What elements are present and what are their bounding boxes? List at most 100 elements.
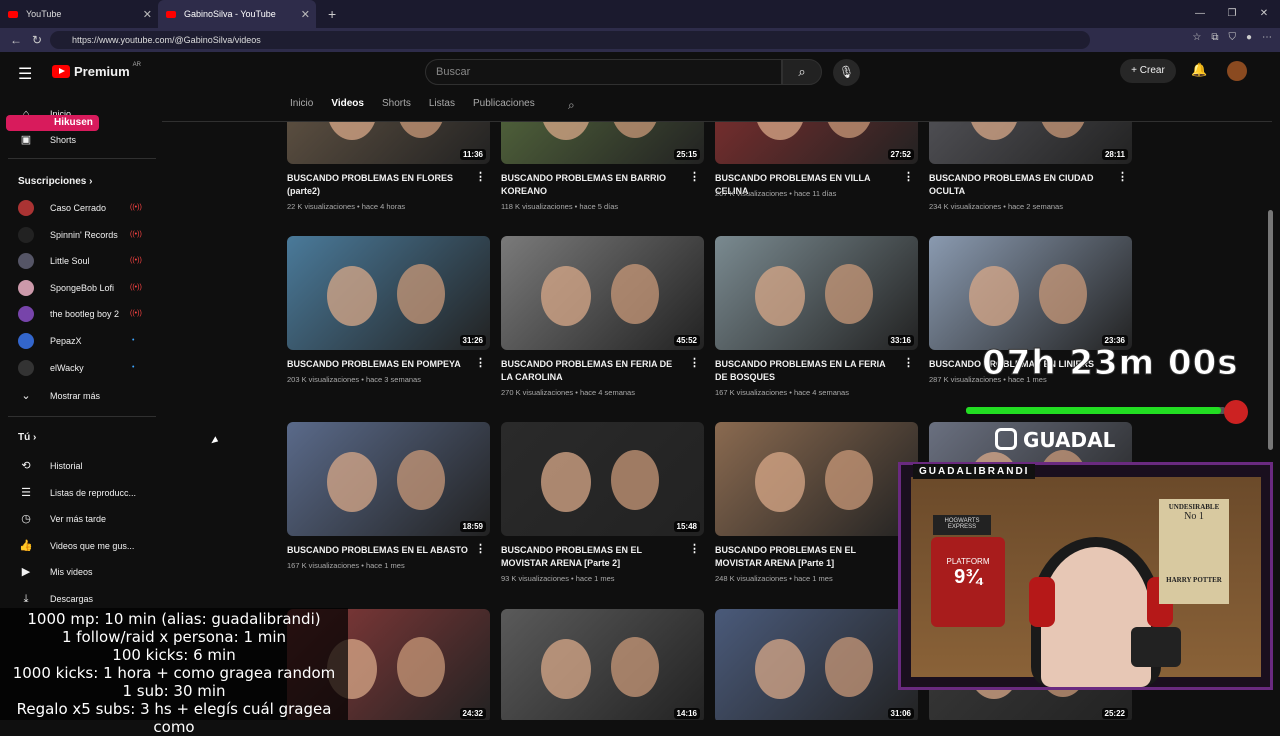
video-thumbnail[interactable]: 27 <box>715 422 918 536</box>
platform-sign: PLATFORM 9¾ <box>931 537 1005 627</box>
video-title[interactable]: BUSCANDO PROBLEMAS EN BARRIO KOREANO <box>501 172 686 198</box>
browser-tab[interactable]: YouTube ✕ <box>0 0 158 28</box>
sidebar-item-subscription[interactable]: PepazX <box>18 333 82 349</box>
create-button[interactable]: + Crear <box>1120 59 1176 83</box>
thumbnail-face <box>611 450 659 510</box>
close-icon[interactable]: ✕ <box>143 8 152 21</box>
tab-shorts[interactable]: Shorts <box>382 98 411 109</box>
favorite-icon[interactable]: ☆ <box>1192 32 1201 43</box>
menu-icon[interactable]: ⋯ <box>1262 32 1272 43</box>
extensions-icon[interactable]: ⧉ <box>1211 32 1218 43</box>
poster-line: UNDESIRABLE <box>1168 503 1220 511</box>
video-thumbnail[interactable]: 27:52 <box>715 122 918 164</box>
notifications-bell-icon[interactable]: 🔔 <box>1191 62 1207 78</box>
video-thumbnail[interactable]: 45:52 <box>501 236 704 350</box>
url-field[interactable]: https://www.youtube.com/@GabinoSilva/vid… <box>50 31 1090 49</box>
sidebar-item-you[interactable]: ⟲ Historial <box>18 458 83 474</box>
more-options-icon[interactable]: ⋮ <box>689 542 700 555</box>
microphone-icon[interactable]: 🎙 <box>833 59 860 86</box>
video-title[interactable]: BUSCANDO PROBLEMAS EN POMPEYA <box>287 358 472 371</box>
thumbnail-face <box>755 122 805 140</box>
menu-hamburger-icon[interactable]: ☰ <box>18 64 32 84</box>
sidebar-item-subscription[interactable]: Spinnin' Records <box>18 226 118 243</box>
sidebar-item-subscription[interactable]: the bootleg boy 2 <box>18 306 119 323</box>
video-title[interactable]: BUSCANDO PROBLEMAS EN EL MOVISTAR ARENA … <box>501 544 686 570</box>
reload-icon[interactable]: ↻ <box>32 33 42 47</box>
more-options-icon[interactable]: ⋮ <box>475 170 486 183</box>
sidebar-item-shorts[interactable]: ▣ Shorts <box>18 132 76 148</box>
subscriptions-heading[interactable]: Suscripciones › <box>18 176 92 187</box>
thumbnail-face <box>397 264 445 324</box>
more-options-icon[interactable]: ⋮ <box>1117 170 1128 183</box>
channel-search-icon[interactable]: ⌕ <box>568 98 575 113</box>
view-count: 93 K visualizaciones <box>501 574 569 583</box>
video-thumbnail[interactable]: 25:15 <box>501 122 704 164</box>
video-title[interactable]: BUSCANDO PROBLEMAS EN EL MOVISTAR ARENA … <box>715 544 900 570</box>
video-thumbnail[interactable]: 23:36 <box>929 236 1132 350</box>
sidebar-item-subscription[interactable]: elWacky <box>18 359 84 376</box>
more-options-icon[interactable]: ⋮ <box>475 356 486 369</box>
search-button[interactable]: ⌕ <box>782 59 822 85</box>
sidebar-item-you[interactable]: ◷ Ver más tarde <box>18 511 106 527</box>
more-options-icon[interactable]: ⋮ <box>903 356 914 369</box>
video-title[interactable]: BUSCANDO PROBLEMAS EN FLORES (parte2) <box>287 172 472 198</box>
video-thumbnail[interactable]: 15:48 <box>501 422 704 536</box>
close-icon[interactable]: ✕ <box>301 8 310 21</box>
sidebar-item-label: Descargas <box>50 594 94 604</box>
youtube-logo[interactable]: Premium AR <box>52 61 141 79</box>
more-options-icon[interactable]: ⋮ <box>689 356 700 369</box>
new-tab-icon[interactable]: + <box>328 6 336 22</box>
minimize-icon[interactable]: — <box>1184 0 1216 28</box>
shield-icon[interactable]: ⛉ <box>1228 32 1236 43</box>
more-options-icon[interactable]: ⋮ <box>689 170 700 183</box>
tab-publicaciones[interactable]: Publicaciones <box>473 98 535 109</box>
sidebar-item-you[interactable]: ⤓ Descargas <box>18 591 93 607</box>
sidebar-item-label: Videos que me gus... <box>50 540 135 551</box>
view-count: 270 K visualizaciones <box>501 388 574 397</box>
you-heading[interactable]: Tú › <box>18 432 36 443</box>
browser-tab-active[interactable]: GabinoSilva - YouTube ✕ <box>158 0 316 28</box>
video-title[interactable]: BUSCANDO PROBLEMAS EN EL ABASTO <box>287 544 472 557</box>
video-thumbnail[interactable]: 28:11 <box>929 122 1132 164</box>
scrollbar[interactable] <box>1268 210 1273 450</box>
video-age: hace 1 mes <box>793 574 833 583</box>
sidebar-item-subscription[interactable]: Caso Cerrado <box>18 200 106 216</box>
more-options-icon[interactable]: ⋮ <box>903 170 914 183</box>
video-meta: 167 K visualizaciones • hace 4 semanas <box>715 388 849 397</box>
channel-avatar <box>18 200 34 216</box>
video-title[interactable]: BUSCANDO PROBLEMAS EN LA FERIA DE BOSQUE… <box>715 358 900 384</box>
video-age: hace 4 horas <box>361 202 406 211</box>
tab-listas[interactable]: Listas <box>429 98 455 109</box>
video-title[interactable]: BUSCANDO PROBLEMAS EN CIUDAD OCULTA <box>929 172 1114 198</box>
thumbnail-face <box>327 122 377 140</box>
sidebar-item-you[interactable]: ▶ Mis videos <box>18 564 93 580</box>
video-title[interactable]: BUSCANDO PROBLEMAS EN FERIA DE LA CAROLI… <box>501 358 686 384</box>
live-indicator-icon: ((•)) <box>130 310 142 318</box>
sidebar-item-label: Historial <box>50 461 83 471</box>
sidebar-item-you[interactable]: ☰ Listas de reproducc... <box>18 485 136 501</box>
poster-line: No 1 <box>1184 511 1204 522</box>
sidebar-item-subscription[interactable]: Little Soul <box>18 253 90 270</box>
region-code: AR <box>132 61 141 68</box>
maximize-icon[interactable]: ❐ <box>1216 0 1248 28</box>
video-thumbnail[interactable]: 11:36 <box>287 122 490 164</box>
profile-icon[interactable]: ● <box>1246 32 1252 43</box>
tab-inicio[interactable]: Inicio <box>290 98 313 109</box>
video-thumbnail[interactable]: 31:06 <box>715 609 918 720</box>
thumbnail-face <box>541 639 591 699</box>
sidebar-item-you[interactable]: 👍 Videos que me gus... <box>18 538 134 554</box>
back-icon[interactable]: ← <box>10 33 22 47</box>
close-window-icon[interactable]: ✕ <box>1248 0 1280 28</box>
show-more-button[interactable]: ⌄ Mostrar más <box>18 388 100 404</box>
search-input[interactable]: Buscar <box>425 59 782 85</box>
more-options-icon[interactable]: ⋮ <box>475 542 486 555</box>
video-thumbnail[interactable]: 14:16 <box>501 609 704 720</box>
video-thumbnail[interactable]: 18:59 <box>287 422 490 536</box>
avatar[interactable] <box>1227 61 1247 81</box>
sidebar-item-subscription[interactable]: SpongeBob Lofi <box>18 279 114 296</box>
video-thumbnail[interactable]: 33:16 <box>715 236 918 350</box>
tab-videos[interactable]: Videos <box>331 98 364 109</box>
sidebar-item-label: Mis videos <box>50 567 93 578</box>
view-count: 207 K visualizaciones <box>715 189 788 198</box>
video-thumbnail[interactable]: 31:26 <box>287 236 490 350</box>
